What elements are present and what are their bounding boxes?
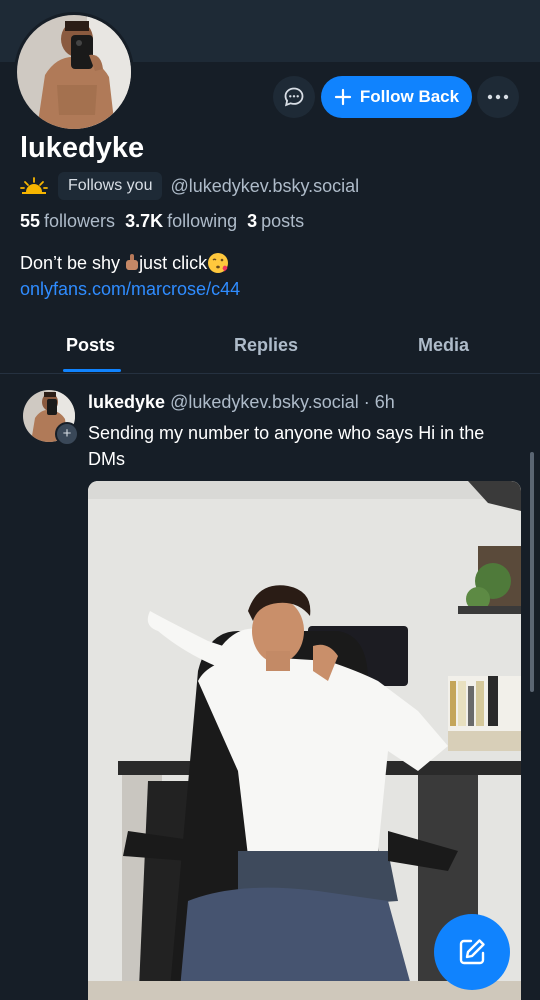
bio-line: Don’t be shy just click [20,250,240,276]
compose-icon [459,939,485,965]
more-icon [487,94,509,100]
profile-bio: Don’t be shy just click onlyfans.com/mar… [20,250,240,302]
posts-label: posts [261,211,305,231]
posts-count: 3 [247,211,258,231]
follow-back-label: Follow Back [359,87,460,106]
chat-bubble-icon [284,87,304,107]
post-text: Sending my number to anyone who says Hi … [88,423,485,469]
followers-count: 55 [20,211,41,231]
scrollbar[interactable] [530,452,534,692]
following-label: following [167,211,238,231]
bio-text-2: just click [139,253,208,273]
active-tab-indicator [63,369,121,372]
bio-link[interactable]: onlyfans.com/marcrose/c44 [20,276,240,302]
avatar-photo [17,15,131,129]
post-header: lukedyke @lukedykev.bsky.social · 6h [88,392,395,413]
post-author-handle[interactable]: @lukedykev.bsky.social [170,392,359,412]
follows-you-badge: Follows you [58,172,163,200]
compose-button[interactable] [434,914,510,990]
post-separator: · [358,392,375,412]
follow-author-plus-icon[interactable]: + [55,422,79,446]
handle-row: Follows you @lukedykev.bsky.social [20,172,359,200]
tab-replies[interactable]: Replies [234,335,298,356]
profile-handle[interactable]: @lukedykev.bsky.social [170,176,359,197]
profile-avatar[interactable] [14,12,134,132]
tab-media[interactable]: Media [418,335,469,356]
post-time[interactable]: 6h [375,392,395,412]
pointing-down-emoji [126,254,139,270]
following-count: 3.7K [125,211,164,231]
posts-stat: 3 posts [247,211,304,232]
bio-text-1: Don’t be shy [20,253,126,273]
more-options-button[interactable] [477,76,519,118]
message-button[interactable] [273,76,315,118]
post-author-name[interactable]: lukedyke [88,392,165,412]
followers-label: followers [44,211,116,231]
profile-screen: Follow Back lukedyke Follows you @lukedy… [0,0,540,1000]
profile-stats: 55 followers 3.7K following 3 posts [20,211,304,232]
plus-icon [334,88,352,106]
sunrise-emoji [20,177,48,194]
profile-tabs: Posts Replies Media [0,325,540,374]
display-name: lukedyke [20,132,145,164]
following-stat[interactable]: 3.7K following [125,211,237,232]
tab-posts[interactable]: Posts [66,335,115,356]
followers-stat[interactable]: 55 followers [20,211,115,232]
kiss-emoji [208,253,229,273]
follow-back-button[interactable]: Follow Back [321,76,472,118]
